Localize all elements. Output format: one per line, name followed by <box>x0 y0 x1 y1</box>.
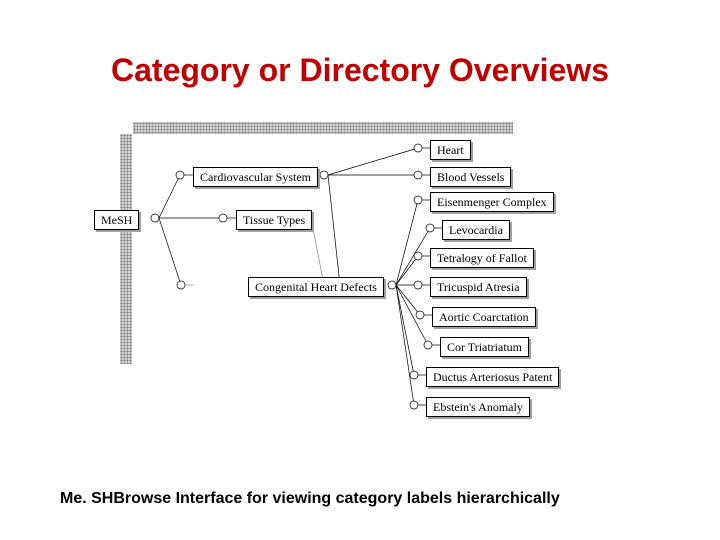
slide-caption: Me. SHBrowse Interface for viewing categ… <box>60 490 560 508</box>
node-aortic[interactable]: Aortic Coarctation <box>432 307 536 327</box>
node-congenital[interactable]: Congenital Heart Defects <box>248 277 384 297</box>
node-cor[interactable]: Cor Triatriatum <box>440 337 529 357</box>
node-tetralogy[interactable]: Tetralogy of Fallot <box>430 248 534 268</box>
node-ebstein[interactable]: Ebstein's Anomaly <box>426 397 530 417</box>
hierarchy-diagram: MeSH Cardiovascular System Tissue Types … <box>80 120 620 460</box>
node-tricuspid[interactable]: Tricuspid Atresia <box>430 277 527 297</box>
node-blood-vessels[interactable]: Blood Vessels <box>430 167 511 187</box>
node-cardiovascular[interactable]: Cardiovascular System <box>193 167 318 187</box>
node-eisenmenger[interactable]: Eisenmenger Complex <box>430 192 554 212</box>
node-heart[interactable]: Heart <box>430 140 471 160</box>
slide-title: Category or Directory Overviews <box>0 52 720 89</box>
node-mesh[interactable]: MeSH <box>94 210 139 230</box>
node-levocardia[interactable]: Levocardia <box>442 220 510 240</box>
node-ductus[interactable]: Ductus Arteriosus Patent <box>426 367 559 387</box>
node-tissue-types[interactable]: Tissue Types <box>236 210 312 230</box>
